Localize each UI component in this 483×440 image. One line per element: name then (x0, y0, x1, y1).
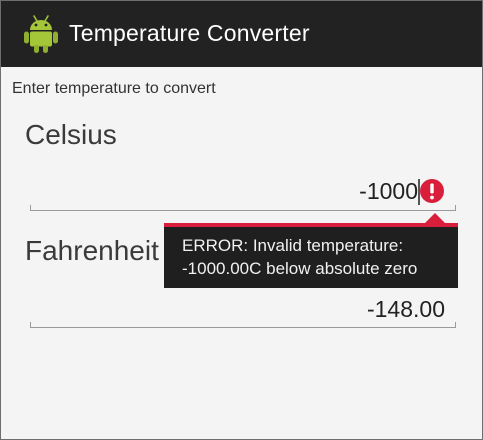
error-exclamation-icon[interactable] (419, 178, 445, 204)
error-popup: ERROR: Invalid temperature: -1000.00C be… (164, 223, 458, 288)
error-popup-pointer (425, 213, 445, 223)
celsius-input[interactable]: -1000 (359, 178, 418, 205)
android-icon[interactable] (21, 13, 61, 55)
celsius-label: Celsius (25, 119, 117, 150)
error-message-line-1: ERROR: Invalid temperature: (182, 236, 404, 255)
app-window: Temperature Converter Enter temperature … (0, 0, 483, 440)
fahrenheit-input[interactable]: -148.00 (367, 296, 445, 323)
instruction-text: Enter temperature to convert (12, 80, 216, 97)
app-title: Temperature Converter (69, 20, 310, 46)
fahrenheit-label: Fahrenheit (25, 235, 159, 266)
error-message-line-2: -1000.00C below absolute zero (182, 259, 418, 278)
celsius-input-underline (30, 205, 456, 211)
action-bar: Temperature Converter (1, 1, 482, 67)
fahrenheit-input-underline (30, 322, 456, 328)
